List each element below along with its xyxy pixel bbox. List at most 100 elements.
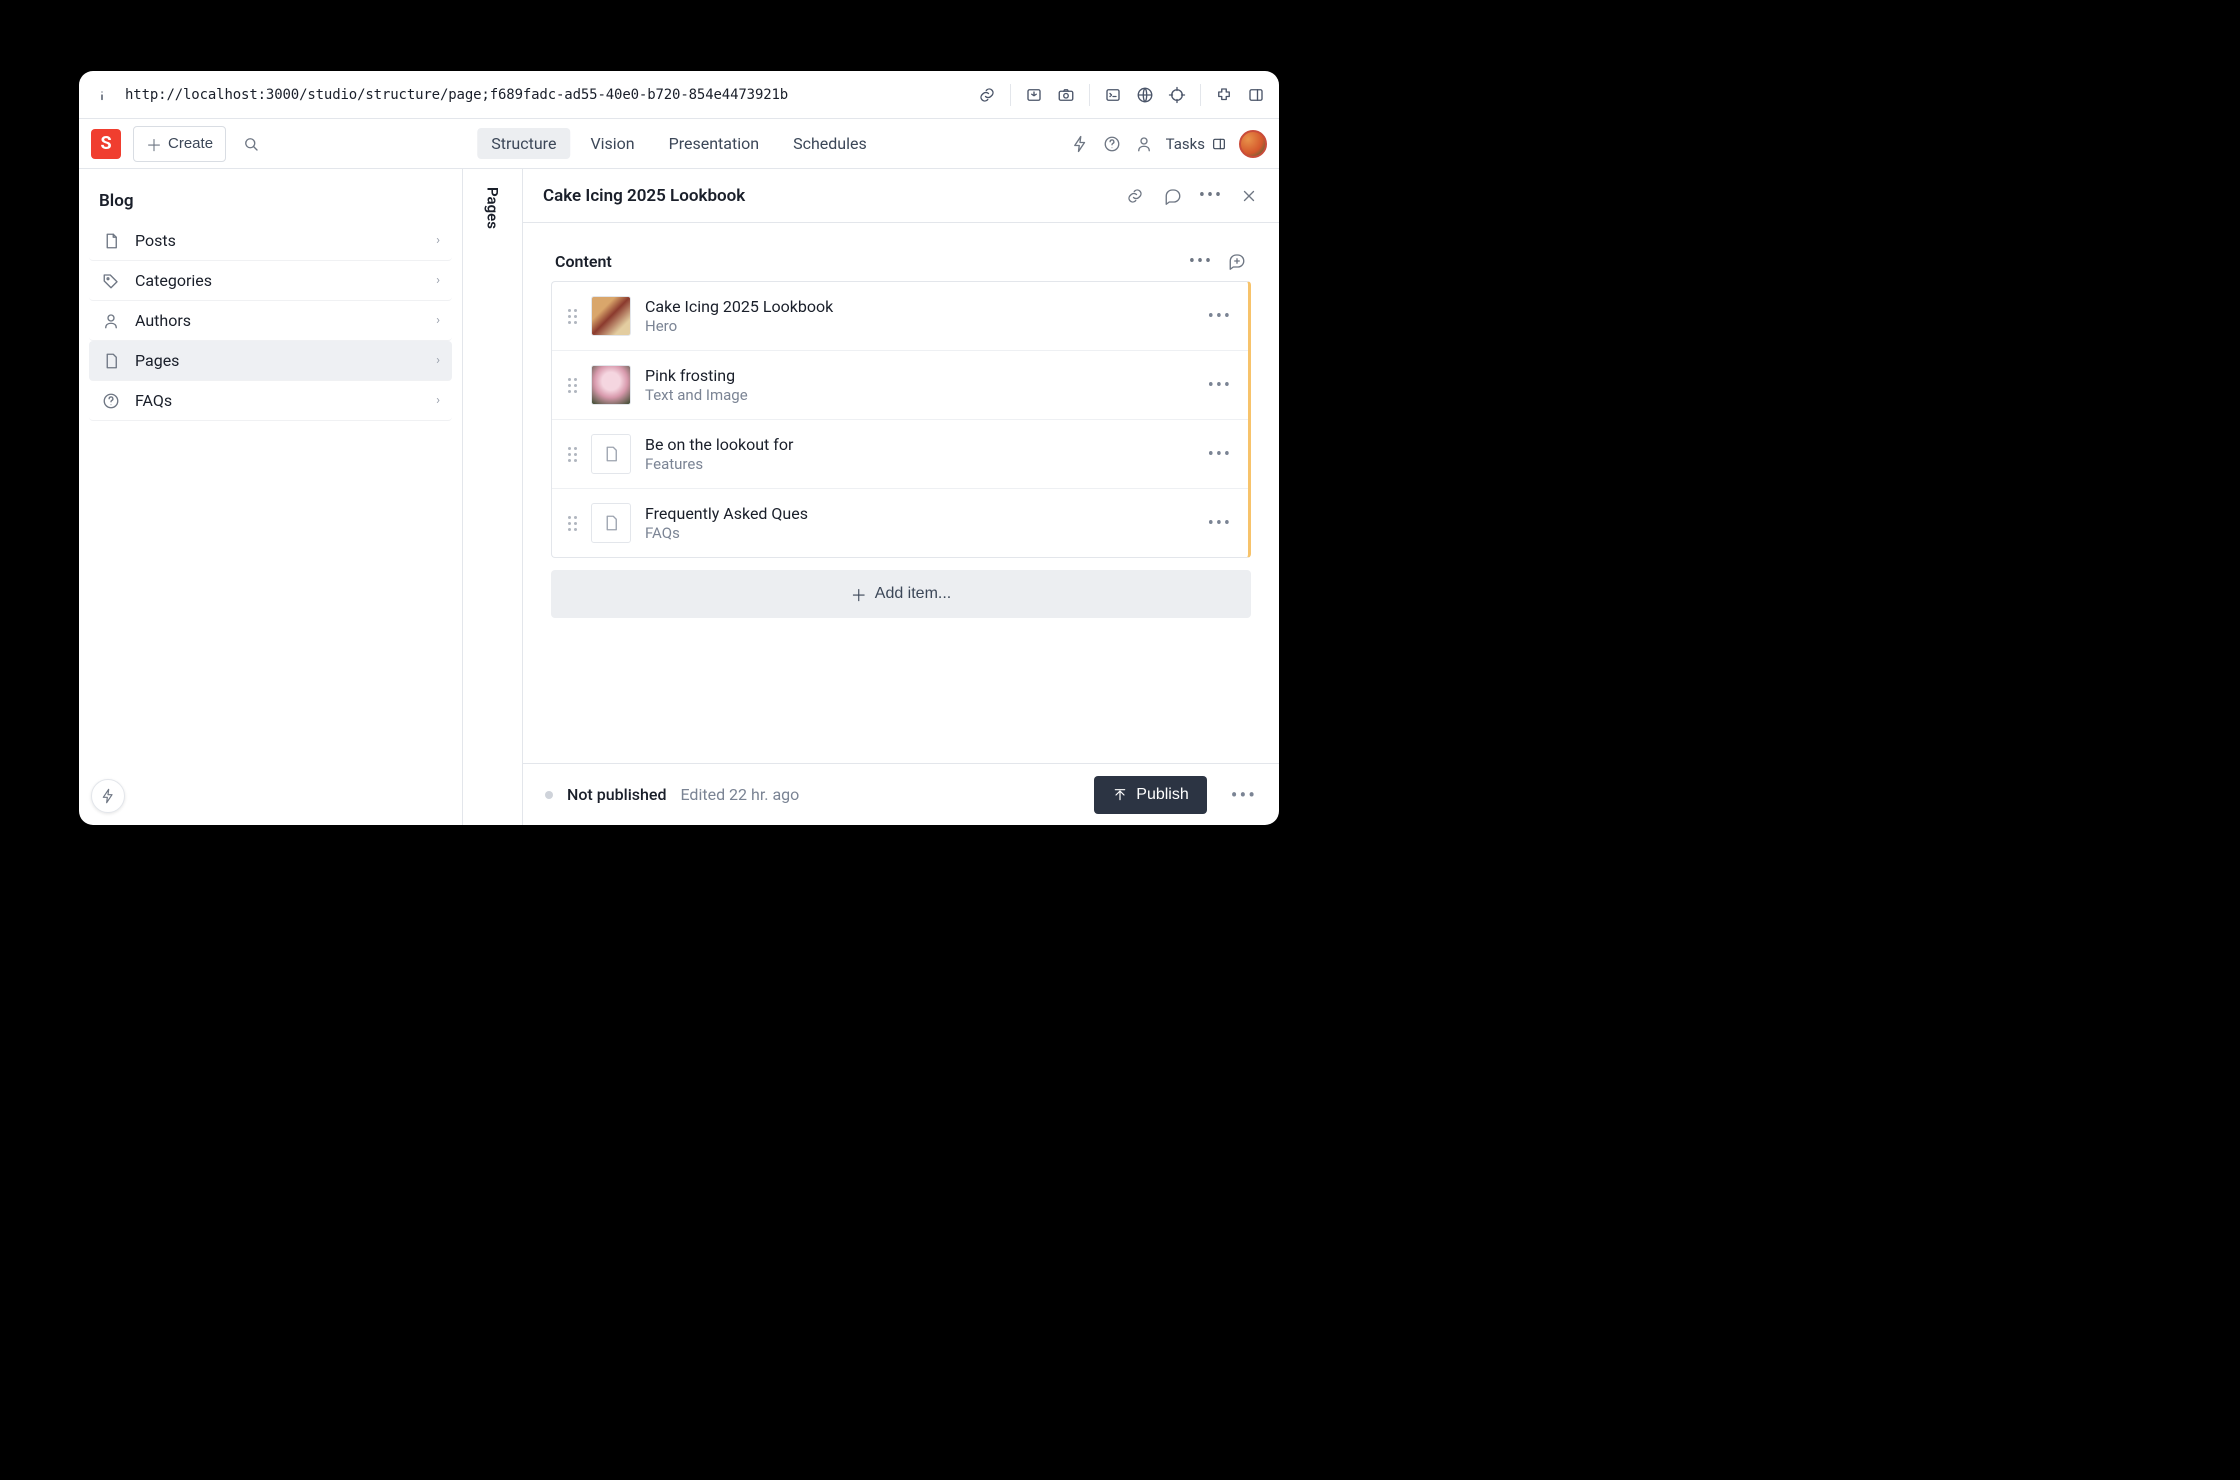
drag-handle-icon[interactable] xyxy=(568,516,577,531)
block-title: Pink frosting xyxy=(645,366,748,385)
drag-handle-icon[interactable] xyxy=(568,447,577,462)
comment-icon[interactable] xyxy=(1163,186,1183,206)
chevron-right-icon: › xyxy=(436,273,440,288)
block-more-icon[interactable]: ••• xyxy=(1208,375,1232,396)
publish-button[interactable]: Publish xyxy=(1094,776,1206,814)
block-more-icon[interactable]: ••• xyxy=(1208,444,1232,465)
document-pane: Cake Icing 2025 Lookbook ••• Content ••• xyxy=(523,169,1279,825)
block-thumbnail xyxy=(591,503,631,543)
block-thumbnail xyxy=(591,365,631,405)
content-block[interactable]: Pink frosting Text and Image ••• xyxy=(552,351,1248,420)
users-icon[interactable] xyxy=(1134,134,1154,154)
url-text[interactable]: http://localhost:3000/studio/structure/p… xyxy=(125,87,964,103)
link-icon[interactable] xyxy=(978,86,996,104)
publish-status: Not published xyxy=(567,785,666,804)
sidebar-item-posts[interactable]: Posts › xyxy=(89,221,452,261)
chevron-right-icon: › xyxy=(436,313,440,328)
document-header-actions: ••• xyxy=(1125,186,1259,206)
camera-icon[interactable] xyxy=(1057,86,1075,104)
tasks-button[interactable]: Tasks xyxy=(1166,135,1227,153)
content-block[interactable]: Cake Icing 2025 Lookbook Hero ••• xyxy=(552,282,1248,351)
block-subtitle: FAQs xyxy=(645,524,808,542)
browser-address-bar: http://localhost:3000/studio/structure/p… xyxy=(79,71,1279,119)
chevron-right-icon: › xyxy=(436,393,440,408)
sidebar-item-label: Categories xyxy=(135,271,212,290)
sidebar-item-label: FAQs xyxy=(135,391,172,410)
status-dot-icon xyxy=(545,791,553,799)
tasks-label: Tasks xyxy=(1166,135,1205,153)
tab-vision[interactable]: Vision xyxy=(576,128,648,159)
block-more-icon[interactable]: ••• xyxy=(1208,513,1232,534)
pages-rail-label: Pages xyxy=(484,187,502,825)
publish-label: Publish xyxy=(1136,786,1188,804)
block-thumbnail xyxy=(591,434,631,474)
topbar-right: Tasks xyxy=(1070,130,1267,158)
content-block[interactable]: Frequently Asked Ques FAQs ••• xyxy=(552,489,1248,557)
sidebar-item-authors[interactable]: Authors › xyxy=(89,301,452,341)
block-thumbnail xyxy=(591,296,631,336)
create-label: Create xyxy=(168,135,213,152)
content-label: Content xyxy=(555,252,612,271)
sidebar: Blog Posts › Categories › Authors › Page… xyxy=(79,169,463,825)
tab-structure[interactable]: Structure xyxy=(477,128,570,159)
bolt-icon[interactable] xyxy=(1070,134,1090,154)
sidebar-item-faqs[interactable]: FAQs › xyxy=(89,381,452,421)
download-icon[interactable] xyxy=(1025,86,1043,104)
document-icon xyxy=(101,232,121,250)
extension-icon[interactable] xyxy=(1215,86,1233,104)
terminal-icon[interactable] xyxy=(1104,86,1122,104)
document-header: Cake Icing 2025 Lookbook ••• xyxy=(523,169,1279,223)
sidebar-item-label: Authors xyxy=(135,311,191,330)
document-footer: Not published Edited 22 hr. ago Publish … xyxy=(523,763,1279,825)
user-icon xyxy=(101,312,121,330)
more-icon[interactable]: ••• xyxy=(1201,186,1221,206)
globe-icon[interactable] xyxy=(1136,86,1154,104)
browser-actions xyxy=(978,84,1265,106)
edited-timestamp: Edited 22 hr. ago xyxy=(680,785,799,804)
block-subtitle: Features xyxy=(645,455,793,473)
block-title: Frequently Asked Ques xyxy=(645,504,808,523)
content-block[interactable]: Be on the lookout for Features ••• xyxy=(552,420,1248,489)
user-avatar[interactable] xyxy=(1239,130,1267,158)
plus-icon: ＋ xyxy=(851,582,867,606)
app-logo[interactable]: S xyxy=(91,129,121,159)
sidebar-item-categories[interactable]: Categories › xyxy=(89,261,452,301)
block-subtitle: Hero xyxy=(645,317,833,335)
tag-icon xyxy=(101,272,121,290)
sidebar-title: Blog xyxy=(89,179,452,221)
info-icon[interactable] xyxy=(93,86,111,104)
app-window: http://localhost:3000/studio/structure/p… xyxy=(79,71,1279,825)
sidebar-item-label: Posts xyxy=(135,231,176,250)
help-circle-icon xyxy=(101,392,121,410)
target-icon[interactable] xyxy=(1168,86,1186,104)
chevron-right-icon: › xyxy=(436,233,440,248)
tab-schedules[interactable]: Schedules xyxy=(779,128,881,159)
plus-icon: ＋ xyxy=(146,132,162,156)
drag-handle-icon[interactable] xyxy=(568,309,577,324)
add-comment-icon[interactable] xyxy=(1227,251,1247,271)
document-title: Cake Icing 2025 Lookbook xyxy=(543,186,745,206)
footer-more-icon[interactable]: ••• xyxy=(1231,783,1257,807)
block-more-icon[interactable]: ••• xyxy=(1208,306,1232,327)
content-section-header: Content ••• xyxy=(551,251,1251,271)
create-button[interactable]: ＋ Create xyxy=(133,126,226,162)
add-item-label: Add item... xyxy=(875,585,951,603)
add-item-button[interactable]: ＋ Add item... xyxy=(551,570,1251,618)
panel-icon[interactable] xyxy=(1247,86,1265,104)
close-icon[interactable] xyxy=(1239,186,1259,206)
doc-link-icon[interactable] xyxy=(1125,186,1145,206)
sidebar-item-pages[interactable]: Pages › xyxy=(89,341,452,381)
nav-tabs: Structure Vision Presentation Schedules xyxy=(477,128,880,159)
app-topbar: S ＋ Create Structure Vision Presentation… xyxy=(79,119,1279,169)
block-title: Be on the lookout for xyxy=(645,435,793,454)
chevron-right-icon: › xyxy=(436,353,440,368)
block-title: Cake Icing 2025 Lookbook xyxy=(645,297,833,316)
pages-rail[interactable]: Pages xyxy=(463,169,523,825)
drag-handle-icon[interactable] xyxy=(568,378,577,393)
search-button[interactable] xyxy=(234,127,268,161)
tab-presentation[interactable]: Presentation xyxy=(655,128,773,159)
block-subtitle: Text and Image xyxy=(645,386,748,404)
section-more-icon[interactable]: ••• xyxy=(1191,251,1211,271)
help-icon[interactable] xyxy=(1102,134,1122,154)
quick-action-button[interactable] xyxy=(91,779,125,813)
